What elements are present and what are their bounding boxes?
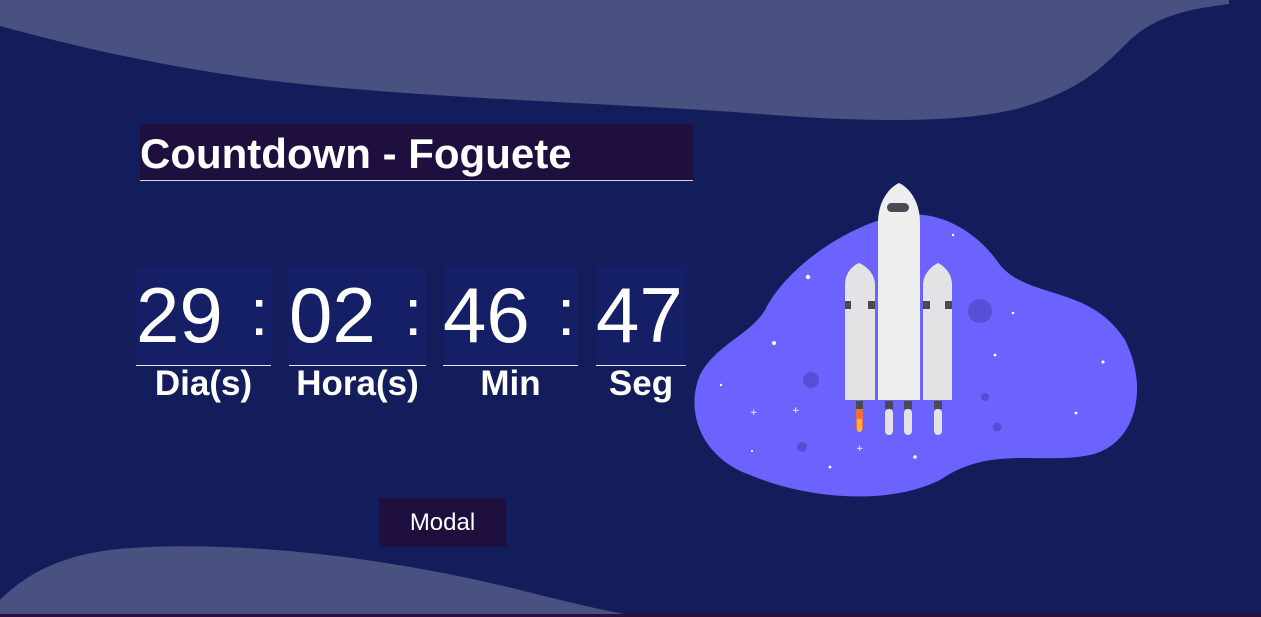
svg-text:+: +: [792, 406, 800, 416]
rocket-illustration-icon: + + +: [694, 183, 1138, 497]
hours-label: Hora(s): [296, 364, 419, 403]
title-box: Countdown - Foguete: [140, 124, 693, 181]
page-title: Countdown - Foguete: [140, 130, 572, 177]
separator-1: :: [250, 275, 269, 349]
modal-button[interactable]: Modal: [379, 498, 506, 547]
countdown-seconds: 47: [596, 266, 686, 366]
seconds-label: Seg: [608, 364, 674, 403]
separator-2: :: [404, 275, 423, 349]
days-label: Dia(s): [154, 364, 253, 403]
svg-text:+: +: [856, 444, 864, 454]
top-wave: [0, 0, 1229, 121]
minutes-label: Min: [480, 364, 541, 403]
seconds-value: 47: [596, 271, 683, 359]
separator-3: :: [557, 275, 576, 349]
bottom-wave: [0, 546, 640, 617]
svg-text:+: +: [750, 408, 758, 418]
main-rocket: [878, 183, 920, 435]
